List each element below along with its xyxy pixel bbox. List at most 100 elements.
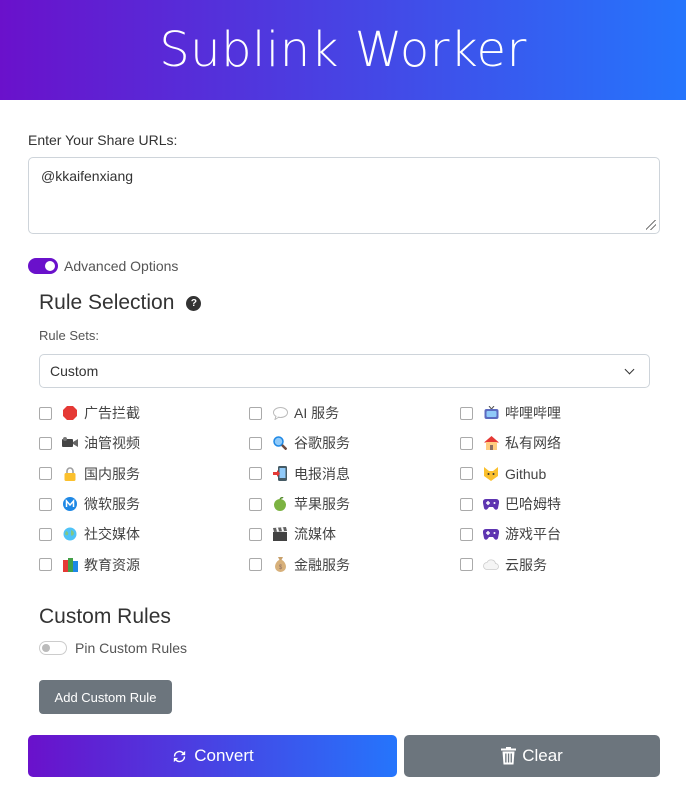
rule-sets-label: Rule Sets: [39, 328, 99, 343]
rule-item[interactable]: Github [460, 459, 670, 489]
rule-label: 哔哩哔哩 [505, 405, 561, 422]
rule-label: AI 服务 [294, 405, 340, 422]
convert-button[interactable]: Convert [28, 735, 397, 777]
rule-item[interactable]: AI 服务 [249, 398, 460, 428]
rule-item[interactable]: 微软服务 [39, 489, 249, 519]
rule-label: Github [505, 465, 547, 482]
rule-label: 云服务 [505, 556, 547, 573]
clear-label: Clear [522, 746, 563, 765]
phone-arrow-icon [272, 466, 288, 482]
rule-checkbox[interactable] [249, 527, 262, 541]
tv-icon [483, 406, 499, 420]
globe-icon [62, 527, 78, 541]
rule-checkbox[interactable] [460, 436, 473, 450]
pin-custom-rules-switch[interactable] [39, 641, 67, 655]
rule-item[interactable]: 巴哈姆特 [460, 489, 670, 519]
rule-label: 流媒体 [294, 526, 336, 543]
rule-item[interactable]: 谷歌服务 [249, 428, 460, 458]
books-icon [62, 557, 78, 572]
app-header: Sublink Worker [0, 0, 686, 100]
rule-checkbox[interactable] [249, 497, 262, 511]
rule-item[interactable]: 油管视频 [39, 428, 249, 458]
rule-checkbox-grid: 广告拦截 AI 服务 哔哩哔哩油管视频 谷歌服务 私有网络国内服务 电报消息 Github 微… [39, 398, 679, 580]
share-urls-value: @kkaifenxiang [41, 168, 134, 184]
rule-checkbox[interactable] [39, 406, 52, 420]
rule-item[interactable]: 社交媒体 [39, 519, 249, 549]
rule-item[interactable]: 苹果服务 [249, 489, 460, 519]
clapper-icon [272, 527, 288, 542]
pin-custom-rules-toggle-row[interactable]: Pin Custom Rules [39, 640, 187, 656]
rule-checkbox[interactable] [249, 436, 262, 450]
rule-label: 谷歌服务 [294, 435, 350, 452]
rule-label: 苹果服务 [294, 496, 350, 513]
rule-label: 教育资源 [84, 556, 140, 573]
speech-bubble-icon [272, 406, 288, 420]
rule-item[interactable]: 国内服务 [39, 459, 249, 489]
magnifier-icon [272, 436, 288, 451]
sync-icon [171, 748, 188, 765]
share-urls-textarea[interactable]: @kkaifenxiang [28, 157, 660, 234]
rule-checkbox[interactable] [460, 406, 473, 420]
rule-checkbox[interactable] [249, 406, 262, 420]
advanced-options-toggle-row[interactable]: Advanced Options [28, 257, 178, 275]
rule-item[interactable]: 哔哩哔哩 [460, 398, 670, 428]
clear-button[interactable]: Clear [404, 735, 660, 777]
rule-sets-selected-value: Custom [50, 363, 99, 379]
rule-selection-heading: Rule Selection ? [39, 291, 202, 315]
app-title: Sublink Worker [159, 22, 527, 78]
apple-icon [272, 497, 288, 512]
lock-icon [62, 467, 78, 481]
rule-checkbox[interactable] [39, 527, 52, 541]
rule-checkbox[interactable] [249, 558, 262, 572]
chevron-down-icon [624, 364, 635, 374]
cat-icon [483, 466, 499, 481]
rule-label: 私有网络 [505, 435, 561, 452]
rule-checkbox[interactable] [460, 527, 473, 541]
rule-checkbox[interactable] [39, 467, 52, 481]
rule-label: 油管视频 [84, 435, 140, 452]
rule-item[interactable]: $ 金融服务 [249, 549, 460, 579]
game-controller-icon [483, 527, 499, 541]
rule-label: 电报消息 [294, 465, 350, 482]
house-icon [483, 436, 499, 451]
share-urls-label: Enter Your Share URLs: [28, 132, 178, 148]
rule-label: 巴哈姆特 [505, 496, 561, 513]
convert-label: Convert [194, 746, 254, 765]
cloud-icon [483, 558, 499, 572]
rule-checkbox[interactable] [39, 558, 52, 572]
custom-rules-title: Custom Rules [39, 605, 171, 628]
pin-custom-rules-label: Pin Custom Rules [75, 640, 188, 656]
rule-item[interactable]: 教育资源 [39, 549, 249, 579]
rule-label: 游戏平台 [505, 526, 561, 543]
rule-checkbox[interactable] [249, 467, 262, 481]
advanced-options-switch[interactable] [28, 258, 58, 274]
rule-checkbox[interactable] [460, 497, 473, 511]
rule-label: 金融服务 [294, 556, 350, 573]
rule-item[interactable]: 私有网络 [460, 428, 670, 458]
rule-item[interactable]: 电报消息 [249, 459, 460, 489]
trash-icon [501, 747, 517, 765]
rule-item[interactable]: 广告拦截 [39, 398, 249, 428]
question-circle-icon[interactable]: ? [186, 295, 202, 311]
rule-label: 广告拦截 [84, 405, 140, 422]
resize-grip-icon[interactable] [646, 220, 656, 230]
rule-checkbox[interactable] [460, 558, 473, 572]
m-circle-icon [62, 497, 78, 512]
rule-label: 社交媒体 [84, 526, 140, 543]
game-controller-icon [483, 497, 499, 511]
rule-checkbox[interactable] [460, 467, 473, 481]
rule-label: 国内服务 [84, 465, 140, 482]
rule-selection-title: Rule Selection [39, 291, 175, 314]
rule-checkbox[interactable] [39, 497, 52, 511]
rule-label: 微软服务 [84, 496, 140, 513]
rule-item[interactable]: 游戏平台 [460, 519, 670, 549]
money-bag-icon: $ [272, 557, 288, 573]
rule-item[interactable]: 云服务 [460, 549, 670, 579]
rule-checkbox[interactable] [39, 436, 52, 450]
advanced-options-label: Advanced Options [64, 258, 179, 274]
stop-sign-icon [62, 406, 78, 421]
rule-item[interactable]: 流媒体 [249, 519, 460, 549]
rule-sets-select[interactable]: Custom [39, 354, 650, 388]
video-camera-icon [62, 436, 78, 450]
add-custom-rule-button[interactable]: Add Custom Rule [39, 680, 172, 714]
